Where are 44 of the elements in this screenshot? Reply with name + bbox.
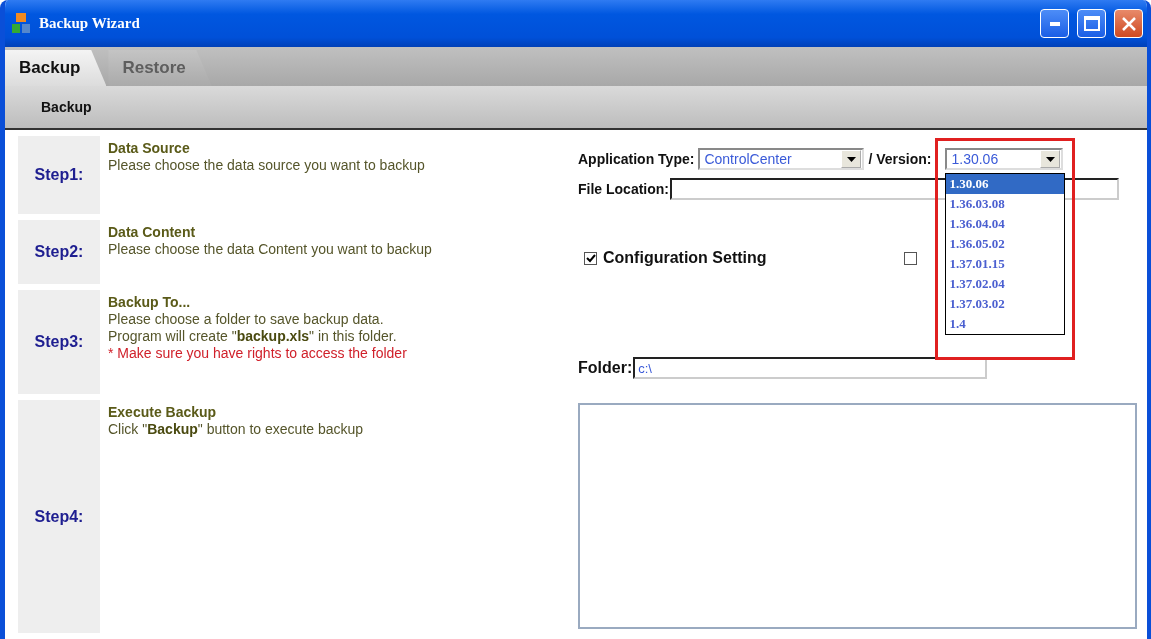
version-dropdown[interactable]: 1.30.06 [945, 148, 1064, 170]
step-label: Step3: [18, 290, 100, 394]
folder-label: Folder: [578, 359, 633, 377]
step-description: Please choose the data source you want to backup [108, 157, 426, 174]
close-icon [1121, 16, 1136, 31]
checkbox[interactable] [904, 251, 917, 265]
version-option[interactable]: 1.36.04.04 [946, 214, 1065, 234]
version-option[interactable]: 1.36.05.02 [946, 234, 1065, 254]
step-description: Please choose a folder to save backup data. [108, 311, 385, 328]
tab[interactable]: Backup [5, 50, 107, 86]
application-type-label: Application Type: [578, 151, 695, 167]
maximize-icon [1083, 16, 1100, 31]
version-label: / Version: [868, 151, 932, 167]
version-option[interactable]: 1.37.01.15 [946, 254, 1065, 274]
step-label: Step1: [18, 136, 100, 214]
step-title: Execute Backup [108, 404, 218, 421]
version-option[interactable]: 1.37.03.02 [946, 294, 1065, 314]
maximize-button[interactable] [1077, 9, 1106, 38]
close-button[interactable] [1114, 9, 1143, 38]
toolbar-button[interactable]: Backup [35, 95, 98, 119]
checkbox[interactable] [584, 251, 597, 265]
warning-text: * Make sure you have rights to access the folder [108, 345, 408, 362]
version-option[interactable]: 1.36.03.08 [946, 194, 1065, 214]
version-option[interactable]: 1.4 [946, 314, 1065, 334]
folder-field[interactable]: c:\ [633, 357, 987, 379]
step-title: Backup To... [108, 294, 192, 311]
minimize-icon [1049, 21, 1060, 26]
version-option[interactable]: 1.30.06 [946, 174, 1065, 194]
step-description: Program will create "backup.xls" in this folder. [108, 328, 398, 345]
minimize-button[interactable] [1040, 9, 1069, 38]
application-type-dropdown[interactable]: ControlCenter [698, 148, 865, 170]
step-label: Step2: [18, 220, 100, 284]
caret-icon [1045, 156, 1055, 162]
step-description: Click "Backup" button to execute backup [108, 421, 365, 438]
step-description: Please choose the data Content you want to backup [108, 241, 433, 258]
caret-icon [846, 156, 856, 162]
version-option[interactable]: 1.37.02.04 [946, 274, 1065, 294]
step-title: Data Content [108, 224, 197, 241]
step-label: Step4: [18, 400, 100, 633]
step-title: Data Source [108, 140, 191, 157]
file-location-label: File Location: [578, 181, 669, 197]
window-title: Backup Wizard [39, 15, 141, 32]
app-icon [11, 12, 31, 35]
checkbox-label: Configuration Setting [603, 249, 767, 267]
